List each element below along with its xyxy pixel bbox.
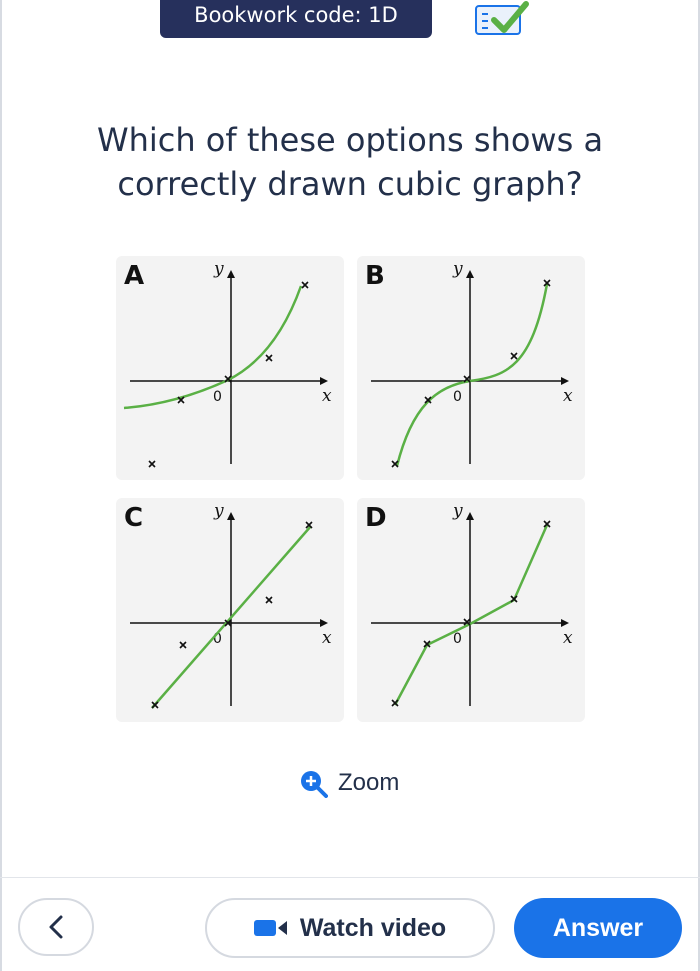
option-b-points [391, 279, 551, 468]
question-text: Which of these options shows a correctly… [0, 118, 700, 206]
watch-video-button[interactable]: Watch video [205, 898, 495, 958]
y-axis-arrow [466, 512, 474, 520]
option-d-panel[interactable]: D y x 0 [357, 498, 585, 722]
video-camera-icon [253, 920, 287, 936]
option-d-points [391, 520, 551, 707]
checklist-check-icon [475, 1, 529, 35]
x-axis-arrow [561, 377, 569, 385]
option-b-letter: B [365, 261, 385, 291]
x-axis-label: x [563, 628, 573, 648]
option-a-letter: A [124, 261, 144, 291]
option-b-panel[interactable]: B y x 0 [357, 256, 585, 480]
question-line-2: correctly drawn cubic graph? [117, 165, 583, 203]
y-axis-label: y [213, 501, 224, 521]
y-axis-label: y [452, 501, 463, 521]
y-axis-arrow [227, 512, 235, 520]
zoom-button[interactable]: Zoom [298, 768, 399, 798]
option-d-letter: D [365, 503, 387, 533]
option-a-points [148, 281, 309, 468]
option-a-panel[interactable]: A y x 0 [116, 256, 344, 480]
origin-label: 0 [213, 389, 222, 405]
option-d-graph: D y x 0 [365, 501, 573, 707]
x-axis-label: x [322, 386, 332, 406]
option-b-graph: B y x 0 [365, 259, 573, 468]
back-button[interactable] [18, 898, 94, 956]
question-line-1: Which of these options shows a [96, 121, 604, 159]
option-c-letter: C [124, 503, 143, 533]
y-axis-arrow [227, 270, 235, 278]
option-b-curve [395, 283, 549, 467]
x-axis-label: x [563, 386, 573, 406]
option-d-line [393, 524, 549, 706]
watch-video-label: Watch video [299, 913, 447, 942]
origin-label: 0 [453, 389, 462, 405]
answer-button[interactable]: Answer [514, 898, 682, 958]
chevron-left-icon [49, 915, 63, 939]
zoom-label: Zoom [338, 769, 400, 796]
option-c-graph: C y x 0 [124, 501, 332, 709]
y-axis-label: y [213, 259, 224, 279]
y-axis-label: y [452, 259, 463, 279]
option-a-graph: A y x 0 [123, 259, 332, 468]
zoom-in-icon [301, 771, 328, 798]
x-axis-arrow [320, 377, 328, 385]
x-axis-arrow [320, 619, 328, 627]
bookwork-code-banner: Bookwork code: 1D [160, 0, 432, 38]
x-axis-arrow [561, 619, 569, 627]
option-c-panel[interactable]: C y x 0 [116, 498, 344, 722]
y-axis-arrow [466, 270, 474, 278]
x-axis-label: x [322, 628, 332, 648]
footer-divider [0, 877, 700, 878]
origin-label: 0 [453, 631, 462, 647]
